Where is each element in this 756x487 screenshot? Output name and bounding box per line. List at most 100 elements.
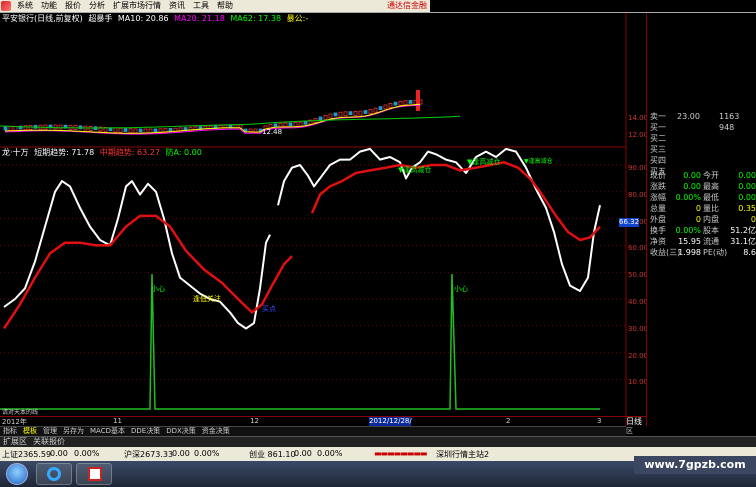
candle <box>153 128 158 133</box>
low-price-label: 12.48 <box>262 128 283 136</box>
candle <box>288 122 293 127</box>
mid-trend-line <box>2 161 601 330</box>
annotation-buy: 买点 <box>262 305 276 313</box>
browser-icon <box>47 467 61 481</box>
order-book-row: 卖一 23.00 1163 <box>647 111 756 122</box>
stat-label: 内盘 <box>703 215 719 224</box>
candle <box>128 128 133 134</box>
status-sh-change: 0.00 <box>50 449 68 458</box>
stat-label: 总量 <box>650 204 666 213</box>
status-sh-pct: 0.00% <box>74 449 100 458</box>
start-button-icon[interactable] <box>6 463 28 485</box>
candle <box>143 128 148 134</box>
period-tab[interactable]: 区 <box>626 426 646 436</box>
candle <box>168 128 173 132</box>
candle <box>408 99 413 104</box>
mid-trend-label: 中期趋势: 63.27 <box>99 148 160 157</box>
toolbar-template[interactable]: 模板 <box>20 427 40 436</box>
chart-canvas <box>0 13 627 426</box>
stat-label: 今开 <box>703 171 719 180</box>
candle <box>333 112 338 117</box>
menu-item-extended-market[interactable]: 扩展市场行情 <box>109 0 165 12</box>
candle-latest <box>416 90 420 111</box>
stat-label: 流通 <box>703 237 719 246</box>
toolbar-fund[interactable]: 资金决策 <box>199 427 233 436</box>
indicator-toolbar: 指标 模板 管理 另存为 MACD基本 DDE决策 DDX决策 资金决策 <box>0 426 626 436</box>
chart-area[interactable]: 平安银行(日线,前复权) 超暴手 MA10: 20.86 MA20: 21.18… <box>0 13 646 426</box>
menubar-right-blank <box>430 0 756 12</box>
candle <box>323 114 328 120</box>
taskbar-trading-app-button[interactable] <box>76 463 112 485</box>
lower-y-tick: 90.00 <box>628 164 646 172</box>
candle <box>338 111 343 117</box>
stat-value: 0 <box>695 215 701 224</box>
toolbar-macd[interactable]: MACD基本 <box>87 427 128 436</box>
lower-y-tick: 60.00 <box>628 244 646 253</box>
lower-y-tick: 20.00 <box>628 351 646 360</box>
stat-value: 0 <box>695 204 701 213</box>
menu-item-news[interactable]: 资讯 <box>165 0 189 12</box>
candle <box>293 122 298 127</box>
period-label[interactable]: 日线 <box>626 416 646 426</box>
upper-legend: 平安银行(日线,前复权) 超暴手 MA10: 20.86 MA20: 21.18… <box>2 13 311 24</box>
toolbar-dde[interactable]: DDE决策 <box>128 427 163 436</box>
lower-y-tick: 80.00 <box>628 190 646 199</box>
bottom-note: 请对天本的线 <box>2 409 39 416</box>
stat-value: 0 <box>750 215 756 224</box>
candle <box>383 104 388 110</box>
toolbar-save-as[interactable]: 另存为 <box>60 427 87 436</box>
extra-label: 暴公:- <box>286 14 309 23</box>
menu-item-quote[interactable]: 报价 <box>61 0 85 12</box>
candle <box>193 126 198 132</box>
menu-item-analysis[interactable]: 分析 <box>85 0 109 12</box>
menu-item-function[interactable]: 功能 <box>37 0 61 12</box>
ma62-label: MA62: 17.38 <box>230 14 282 23</box>
toolbar-ddx[interactable]: DDX决策 <box>163 427 199 436</box>
trend-segment <box>310 161 601 242</box>
candle <box>58 124 63 130</box>
stat-label: 股本 <box>703 226 719 235</box>
quote-stat-row: 净资 15.95 流通 31.1亿 <box>647 237 756 247</box>
x-axis: 2012年 11 12 2012/12/28/五 2 3 <box>0 416 646 426</box>
stat-value: 0.00% <box>675 226 701 235</box>
candle <box>53 124 58 130</box>
taskbar-browser-button[interactable] <box>36 463 72 485</box>
upper-legend-indicator: 超暴手 <box>88 14 113 23</box>
quote-stat-row: 涨跌 0.00 最高 0.00 <box>647 182 756 192</box>
status-cy-change: 0.00 <box>294 449 312 458</box>
x-label-2: 2 <box>506 417 511 425</box>
menu-item-system[interactable]: 系统 <box>13 0 37 12</box>
candle <box>3 126 8 131</box>
x-label-start: 2012年 <box>2 418 27 426</box>
stat-label: 换手 <box>650 226 666 235</box>
quote-stat-row: 现价 0.00 今开 0.00 <box>647 171 756 181</box>
candle <box>368 109 373 114</box>
order-book-row: 买三 <box>647 144 756 155</box>
tab-bar: 扩展区 关联报价 <box>0 436 756 447</box>
stat-label: 最低 <box>703 193 719 202</box>
annotation-reduce-3: ▼逢高减仓 <box>524 158 553 165</box>
lower-y-tick: 40.00 <box>628 298 646 306</box>
ma-line-yellow <box>4 103 421 134</box>
tab-related-quote[interactable]: 关联报价 <box>30 437 68 447</box>
order-book-row: 买一 948 <box>647 122 756 133</box>
candlestick-series <box>3 90 423 134</box>
menu-item-tools[interactable]: 工具 <box>189 0 213 12</box>
signal-line <box>0 273 600 410</box>
candle <box>123 128 128 132</box>
candle <box>223 124 228 130</box>
menu-item-help[interactable]: 帮助 <box>213 0 237 12</box>
toolbar-manage[interactable]: 管理 <box>40 427 60 436</box>
candle <box>298 121 303 127</box>
candle <box>348 111 353 116</box>
short-trend-label: 短期趋势: 71.78 <box>34 148 95 157</box>
watermark: www.7gpzb.com <box>634 456 756 474</box>
stat-label: 涨幅 <box>650 193 666 202</box>
quote-stat-row: 总量 0 量比 0.35 <box>647 204 756 214</box>
tab-extended-area[interactable]: 扩展区 <box>0 437 30 447</box>
ma10-label: MA10: 20.86 <box>117 14 169 23</box>
toolbar-indicator[interactable]: 指标 <box>0 427 20 436</box>
upper-tick-12: 12.00 <box>628 131 646 139</box>
status-server[interactable]: 深圳行情主站2 <box>436 449 489 460</box>
candle <box>398 100 403 106</box>
